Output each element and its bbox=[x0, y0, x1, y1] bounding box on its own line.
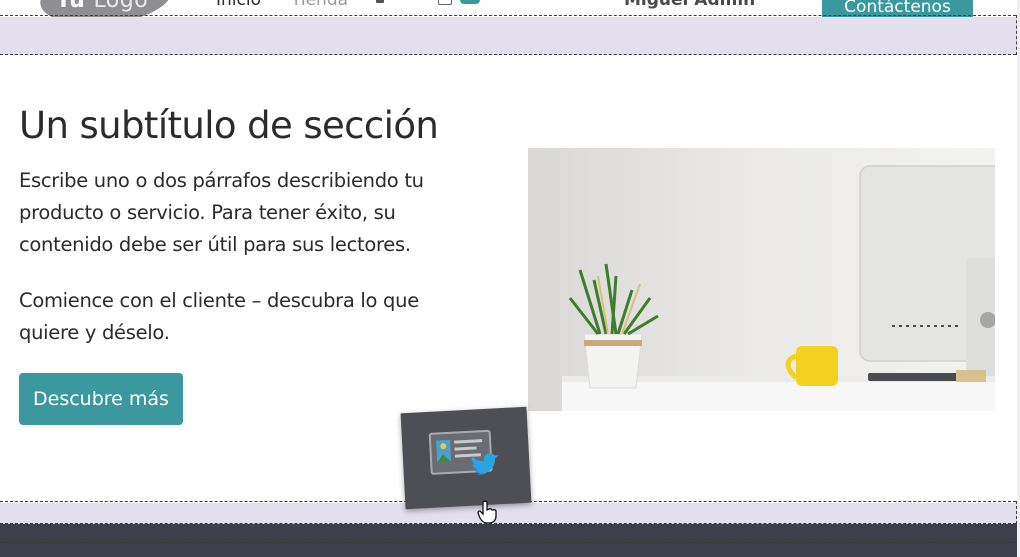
snippet-dropzone-top[interactable] bbox=[0, 17, 1020, 55]
discover-more-button[interactable]: Descubre más bbox=[19, 373, 183, 425]
section-image[interactable] bbox=[528, 148, 995, 411]
section-paragraph: Escribe uno o dos párrafos describiendo … bbox=[19, 169, 424, 256]
dropzone-top-border bbox=[0, 54, 1016, 55]
section-paragraph: Comience con el cliente – descubra lo qu… bbox=[19, 289, 419, 344]
hand-cursor-icon bbox=[477, 500, 497, 524]
nav-link-shop[interactable]: Tienda bbox=[291, 0, 348, 10]
footer-section bbox=[0, 524, 1020, 557]
cart-icon[interactable] bbox=[438, 0, 452, 5]
facebook-icon[interactable] bbox=[376, 0, 384, 3]
footer-dropzone-border bbox=[0, 542, 1016, 543]
cart-count-badge bbox=[460, 0, 480, 4]
dropzone-top-border bbox=[0, 15, 1016, 16]
logo-text: Tu Logo bbox=[56, 0, 149, 13]
section-subtitle: Un subtítulo de sección bbox=[19, 104, 439, 147]
snippet-dropzone-bottom[interactable] bbox=[0, 503, 1020, 524]
dragged-snippet[interactable] bbox=[400, 406, 532, 510]
user-menu[interactable]: Miguel Admin bbox=[624, 0, 755, 10]
nav-link-home[interactable]: Inicio bbox=[216, 0, 261, 10]
social-media-snippet-icon bbox=[428, 429, 499, 475]
desk-photo bbox=[528, 148, 995, 411]
